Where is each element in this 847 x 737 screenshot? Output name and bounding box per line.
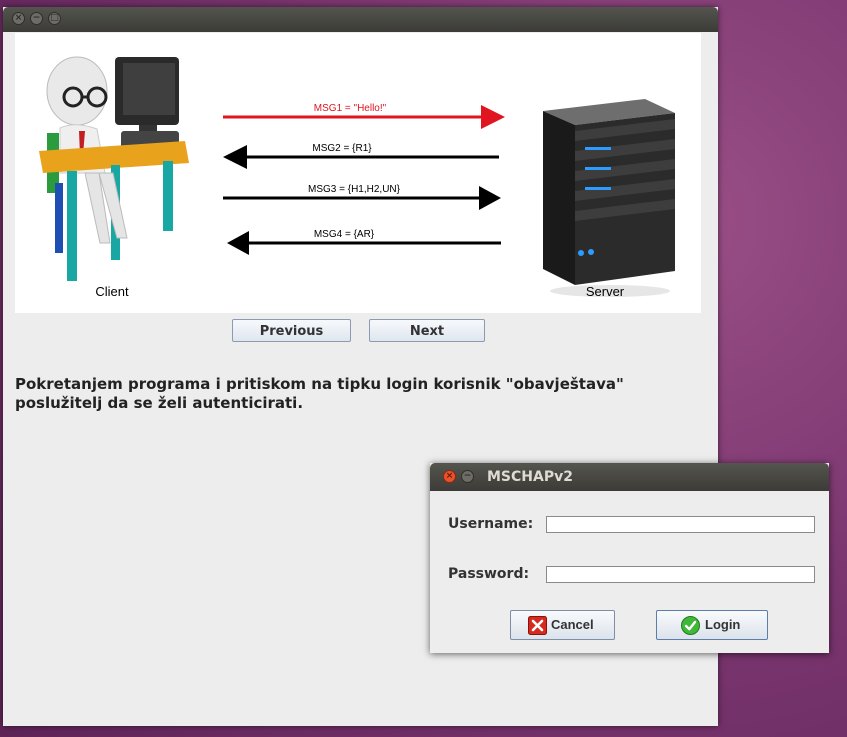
- dialog-close-icon[interactable]: ×: [443, 470, 456, 483]
- login-label: Login: [705, 617, 741, 632]
- username-input[interactable]: [546, 516, 815, 533]
- password-input[interactable]: [546, 566, 815, 583]
- previous-button[interactable]: Previous: [232, 319, 351, 342]
- msg2-label: MSG2 = {R1}: [312, 143, 372, 154]
- dialog-title-bar[interactable]: × − MSCHAPv2: [430, 463, 829, 491]
- cancel-x-icon: [528, 616, 547, 635]
- server-label: Server: [586, 284, 625, 299]
- mschap-login-dialog: × − MSCHAPv2 Username: Password: Cancel …: [430, 463, 829, 653]
- check-icon: [681, 616, 700, 635]
- maximize-window-icon[interactable]: □: [48, 12, 61, 25]
- username-label: Username:: [448, 516, 534, 532]
- diagram-canvas: Client MSG1 = "Hello!" MSG2 = {R1} MSG3 …: [39, 56, 675, 299]
- next-button[interactable]: Next: [369, 319, 485, 342]
- cancel-button[interactable]: Cancel: [510, 610, 615, 640]
- close-window-icon[interactable]: ×: [12, 12, 25, 25]
- step-description: Pokretanjem programa i pritiskom na tipk…: [15, 375, 624, 412]
- dialog-title: MSCHAPv2: [487, 469, 573, 485]
- msg4-label: MSG4 = {AR}: [314, 229, 375, 240]
- protocol-diagram: Client MSG1 = "Hello!" MSG2 = {R1} MSG3 …: [15, 33, 701, 313]
- msg1-label: MSG1 = "Hello!": [314, 103, 387, 114]
- client-label: Client: [95, 284, 129, 299]
- login-button[interactable]: Login: [656, 610, 768, 640]
- minimize-window-icon[interactable]: −: [30, 12, 43, 25]
- cancel-label: Cancel: [551, 617, 594, 632]
- server-illustration: [543, 99, 675, 297]
- password-label: Password:: [448, 566, 530, 582]
- msg3-label: MSG3 = {H1,H2,UN}: [308, 184, 401, 195]
- client-illustration: [39, 56, 189, 281]
- main-title-bar[interactable]: × − □: [3, 7, 718, 32]
- dialog-minimize-icon[interactable]: −: [461, 470, 474, 483]
